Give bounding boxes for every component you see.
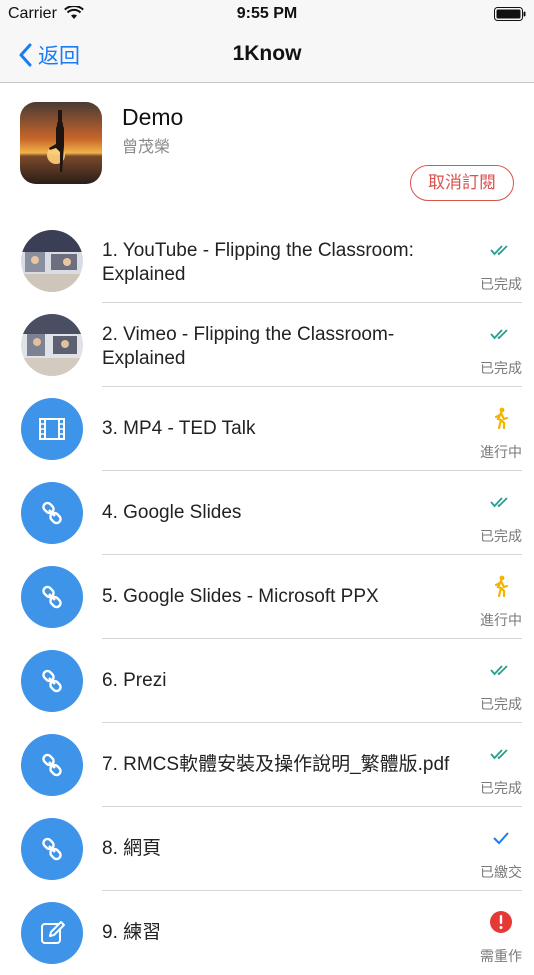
walking-person-icon [488,575,514,597]
course-title: Demo [122,104,184,130]
item-title: 8. 網頁 [102,838,162,859]
link-icon [21,482,83,544]
link-icon [21,818,83,880]
unit-list: 1. YouTube - Flipping the Classroom: Exp… [0,219,534,975]
course-author: 曾茂榮 [122,139,171,156]
check-icon [488,827,514,849]
status-label: 需重作 [480,948,522,964]
item-title: 6. Prezi [102,670,167,691]
navigation-bar: 返回 1Know [0,30,534,83]
item-title: 7. RMCS軟體安裝及操作說明_繁體版.pdf [102,754,450,775]
double-check-icon [488,491,514,513]
edit-icon [21,902,83,964]
status-label: 進行中 [480,612,522,628]
list-item[interactable]: 6. Prezi 已完成 [0,639,534,723]
walking-person-icon [488,407,514,429]
list-item[interactable]: 7. RMCS軟體安裝及操作說明_繁體版.pdf 已完成 [0,723,534,807]
course-header: Demo 曾茂榮 取消訂閱 [0,83,534,213]
link-icon [21,566,83,628]
item-title: 9. 練習 [102,922,162,943]
status-label: 進行中 [480,444,522,460]
unsubscribe-button[interactable]: 取消訂閱 [410,165,514,201]
status-label: 已完成 [480,696,522,712]
video-thumbnail [21,230,83,292]
battery-icon [494,7,526,21]
item-title: 4. Google Slides [102,502,242,523]
alert-icon [488,911,514,933]
list-item[interactable]: 2. Vimeo - Flipping the Classroom-Explai… [0,303,534,387]
double-check-icon [488,659,514,681]
status-label: 已完成 [480,780,522,796]
double-check-icon [488,743,514,765]
list-item[interactable]: 4. Google Slides 已完成 [0,471,534,555]
list-item[interactable]: 1. YouTube - Flipping the Classroom: Exp… [0,219,534,303]
page-title: 1Know [232,42,302,65]
item-title: 2. Vimeo - Flipping the Classroom-Explai… [102,324,395,369]
clock: 9:55 PM [236,5,298,22]
course-cover-image [20,102,102,184]
list-item[interactable]: 8. 網頁 已繳交 [0,807,534,891]
status-label: 已完成 [480,276,522,292]
double-check-icon [488,239,514,261]
link-icon [21,734,83,796]
video-thumbnail [21,314,83,376]
link-icon [21,650,83,712]
list-item[interactable]: 9. 練習 需重作 [0,891,534,975]
film-icon [21,398,83,460]
list-item[interactable]: 3. MP4 - TED Talk 進行中 [0,387,534,471]
item-title: 5. Google Slides - Microsoft PPX [102,586,379,607]
status-label: 已完成 [480,528,522,544]
status-label: 已完成 [480,360,522,376]
double-check-icon [488,323,514,345]
item-title: 3. MP4 - TED Talk [102,418,256,439]
item-title: 1. YouTube - Flipping the Classroom: Exp… [102,240,414,285]
status-bar: Carrier 9:55 PM [0,0,534,30]
status-label: 已繳交 [480,864,522,880]
list-item[interactable]: 5. Google Slides - Microsoft PPX 進行中 [0,555,534,639]
